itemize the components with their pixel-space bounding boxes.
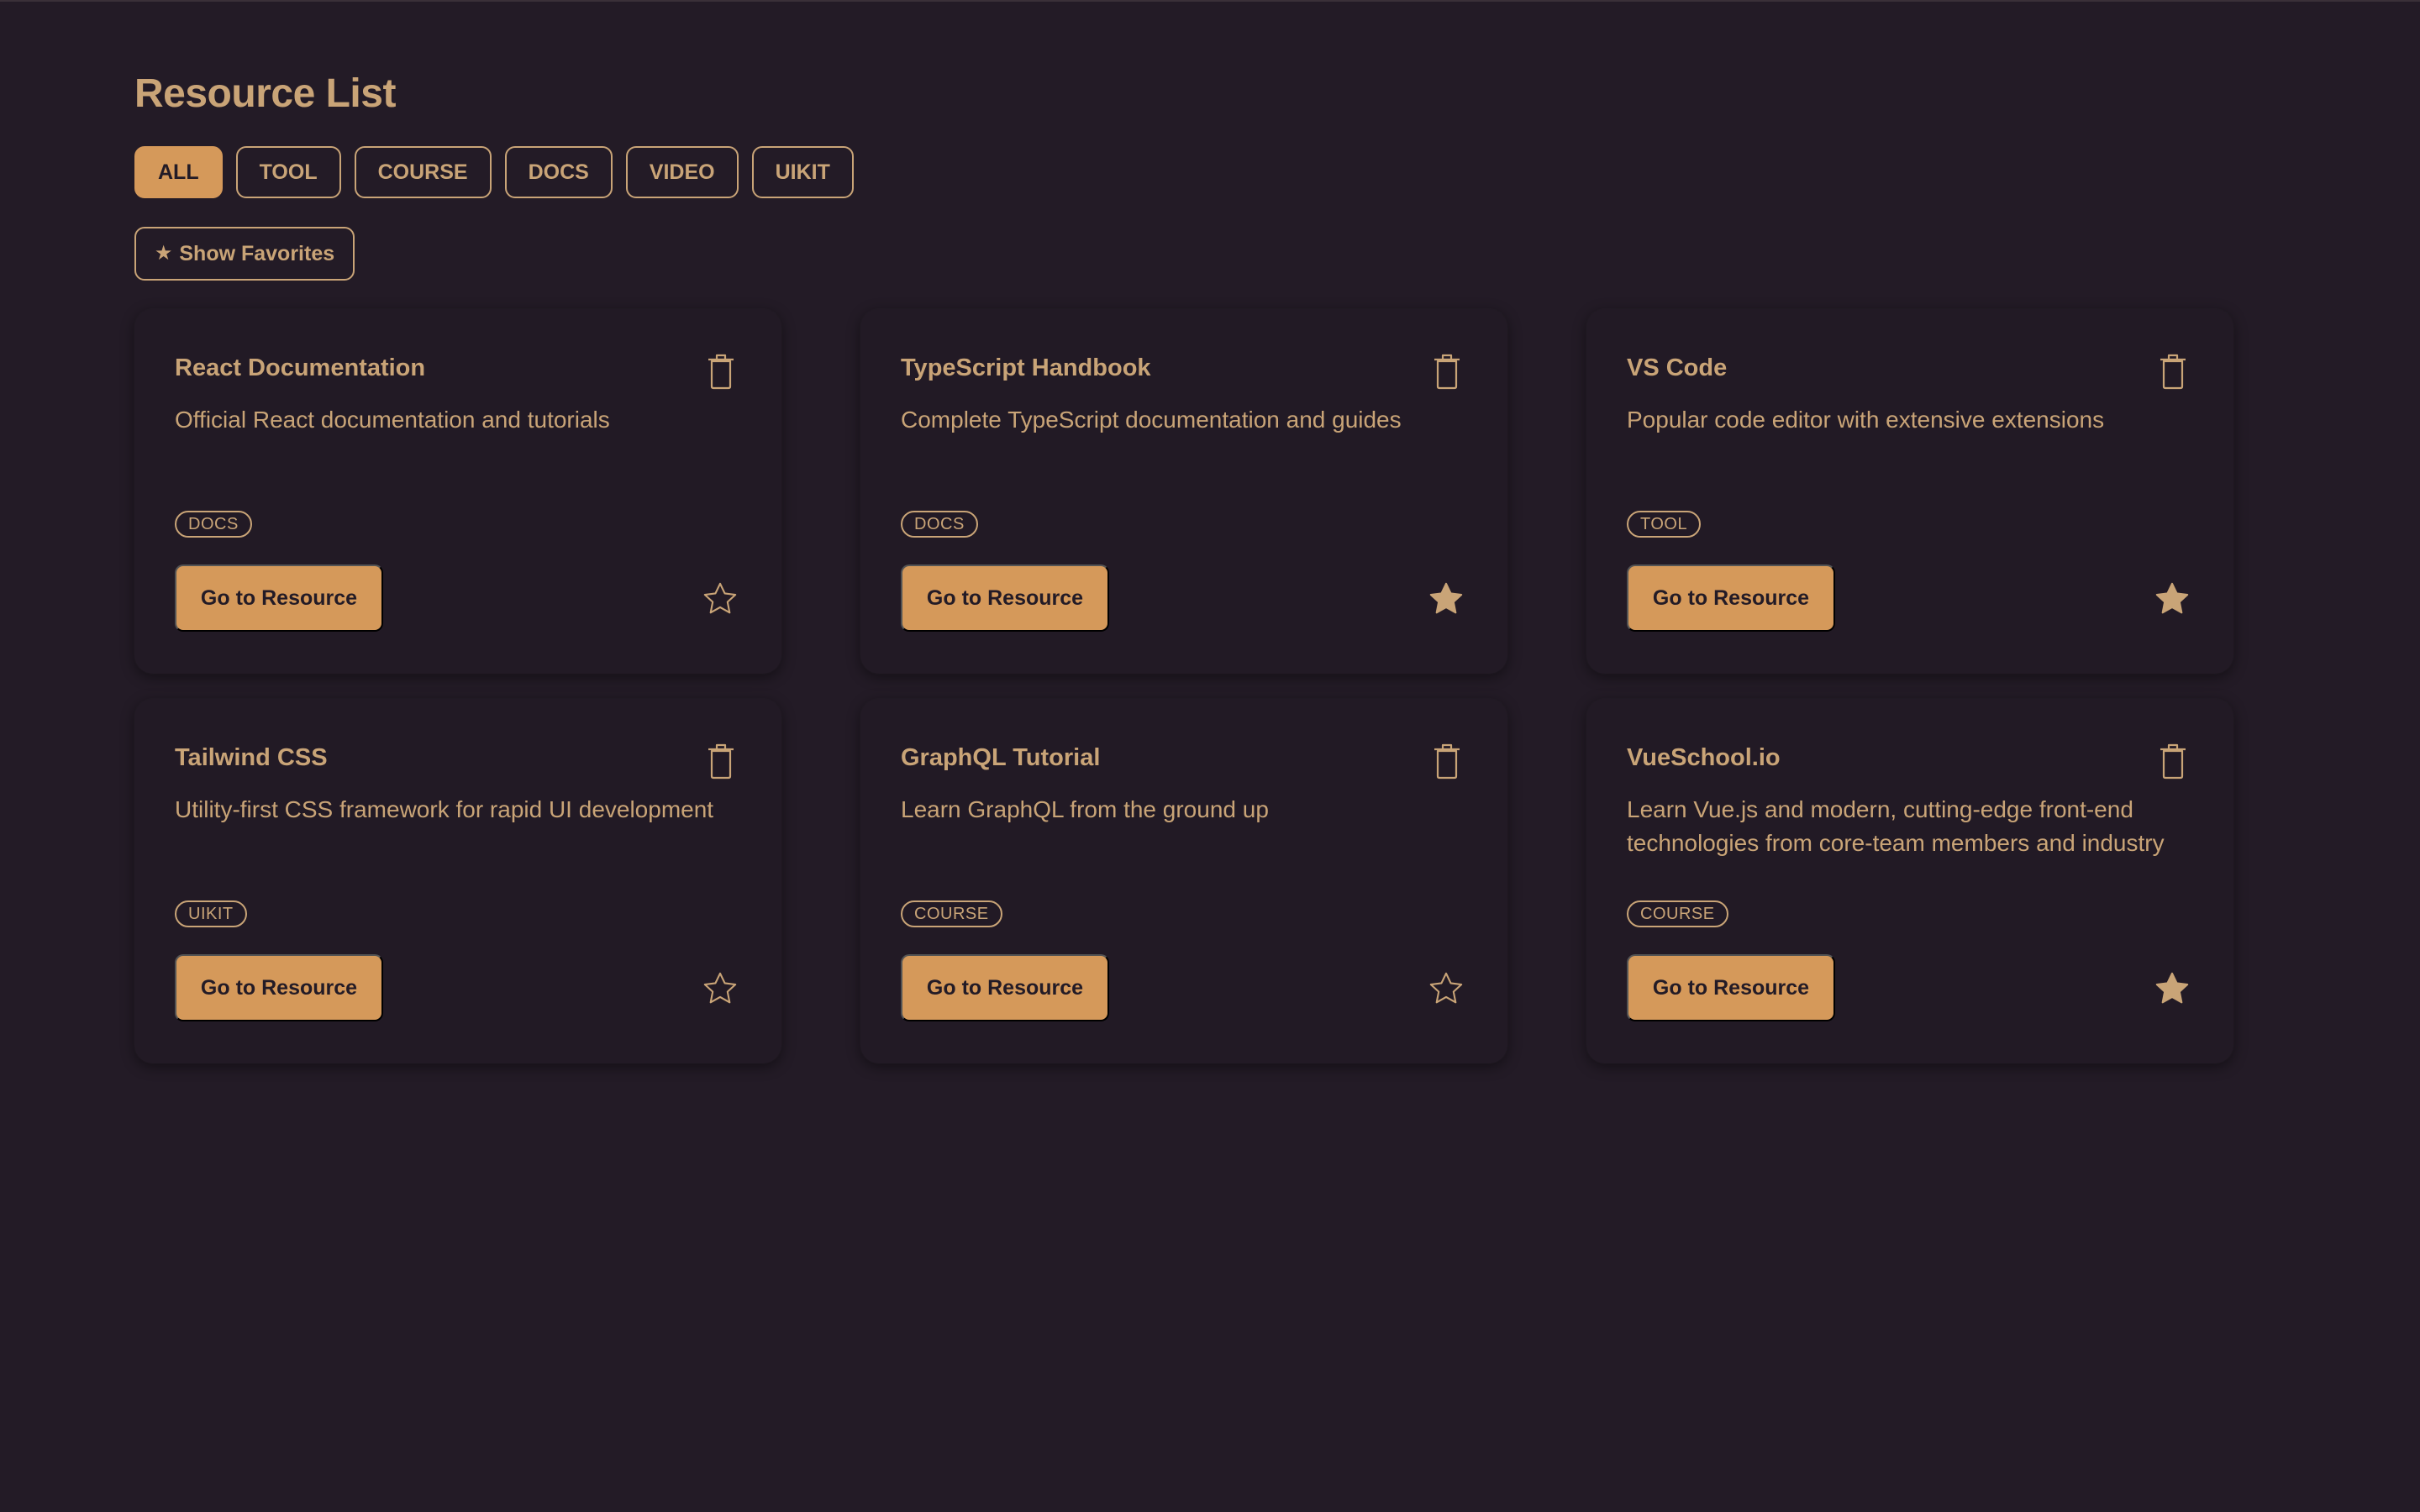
resource-card: TypeScript Handbook Complete TypeScript … — [860, 309, 1507, 674]
filter-bar: ALL TOOL COURSE DOCS VIDEO UIKIT — [134, 146, 2235, 198]
go-to-resource-button[interactable]: Go to Resource — [1627, 954, 1835, 1021]
top-border — [0, 0, 2420, 2]
trash-icon[interactable] — [1430, 351, 1464, 390]
filter-video-button[interactable]: VIDEO — [625, 146, 739, 198]
favorite-star-icon[interactable] — [1427, 580, 1465, 618]
filter-all-button[interactable]: ALL — [134, 146, 223, 198]
filter-course-button[interactable]: COURSE — [354, 146, 492, 198]
resource-description: Learn GraphQL from the ground up — [901, 796, 1269, 822]
resource-tag: DOCS — [901, 511, 978, 538]
resource-title: GraphQL Tutorial — [901, 744, 1101, 771]
resource-description: Popular code editor with extensive exten… — [1627, 407, 2105, 433]
resource-description: Official React documentation and tutoria… — [175, 407, 610, 433]
trash-icon[interactable] — [2156, 741, 2190, 780]
resource-tag: TOOL — [1627, 511, 1702, 538]
go-to-resource-button[interactable]: Go to Resource — [175, 954, 383, 1021]
resource-card: VS Code Popular code editor with extensi… — [1586, 309, 2233, 674]
star-icon: ★ — [154, 242, 173, 265]
trash-icon[interactable] — [2156, 351, 2190, 390]
show-favorites-button[interactable]: ★ Show Favorites — [134, 227, 355, 281]
resource-title: VS Code — [1627, 354, 1728, 381]
favorite-star-icon[interactable] — [701, 580, 739, 618]
page-title: Resource List — [134, 71, 396, 116]
favorite-star-icon[interactable] — [1427, 969, 1465, 1008]
trash-icon[interactable] — [704, 741, 738, 780]
filter-uikit-button[interactable]: UIKIT — [751, 146, 854, 198]
page-header: Resource List ALL TOOL COURSE DOCS VIDEO… — [134, 67, 2235, 281]
resource-card: VueSchool.io Learn Vue.js and modern, cu… — [1586, 699, 2233, 1063]
filter-tool-button[interactable]: TOOL — [235, 146, 341, 198]
resource-card: GraphQL Tutorial Learn GraphQL from the … — [860, 699, 1507, 1063]
resource-description: Utility-first CSS framework for rapid UI… — [175, 796, 714, 822]
resource-title: Tailwind CSS — [175, 744, 328, 771]
favorite-star-icon[interactable] — [2153, 580, 2191, 618]
resource-card: React Documentation Official React docum… — [134, 309, 781, 674]
resource-tag: UIKIT — [175, 900, 247, 927]
resource-card: Tailwind CSS Utility-first CSS framework… — [134, 699, 781, 1063]
resource-title: React Documentation — [175, 354, 426, 381]
resource-tag: DOCS — [175, 511, 252, 538]
resource-title: VueSchool.io — [1627, 744, 1781, 771]
go-to-resource-button[interactable]: Go to Resource — [1627, 564, 1835, 632]
resource-title: TypeScript Handbook — [901, 354, 1151, 381]
trash-icon[interactable] — [1430, 741, 1464, 780]
resource-tag: COURSE — [1627, 900, 1728, 927]
resource-description: Complete TypeScript documentation and gu… — [901, 407, 1402, 433]
show-favorites-label: Show Favorites — [179, 241, 335, 265]
resource-grid: React Documentation Official React docum… — [134, 309, 2233, 1063]
trash-icon[interactable] — [704, 351, 738, 390]
resource-tag: COURSE — [901, 900, 1002, 927]
go-to-resource-button[interactable]: Go to Resource — [901, 954, 1109, 1021]
favorite-star-icon[interactable] — [701, 969, 739, 1008]
go-to-resource-button[interactable]: Go to Resource — [175, 564, 383, 632]
go-to-resource-button[interactable]: Go to Resource — [901, 564, 1109, 632]
favorite-star-icon[interactable] — [2153, 969, 2191, 1008]
filter-docs-button[interactable]: DOCS — [504, 146, 613, 198]
resource-description: Learn Vue.js and modern, cutting-edge fr… — [1627, 796, 2165, 856]
